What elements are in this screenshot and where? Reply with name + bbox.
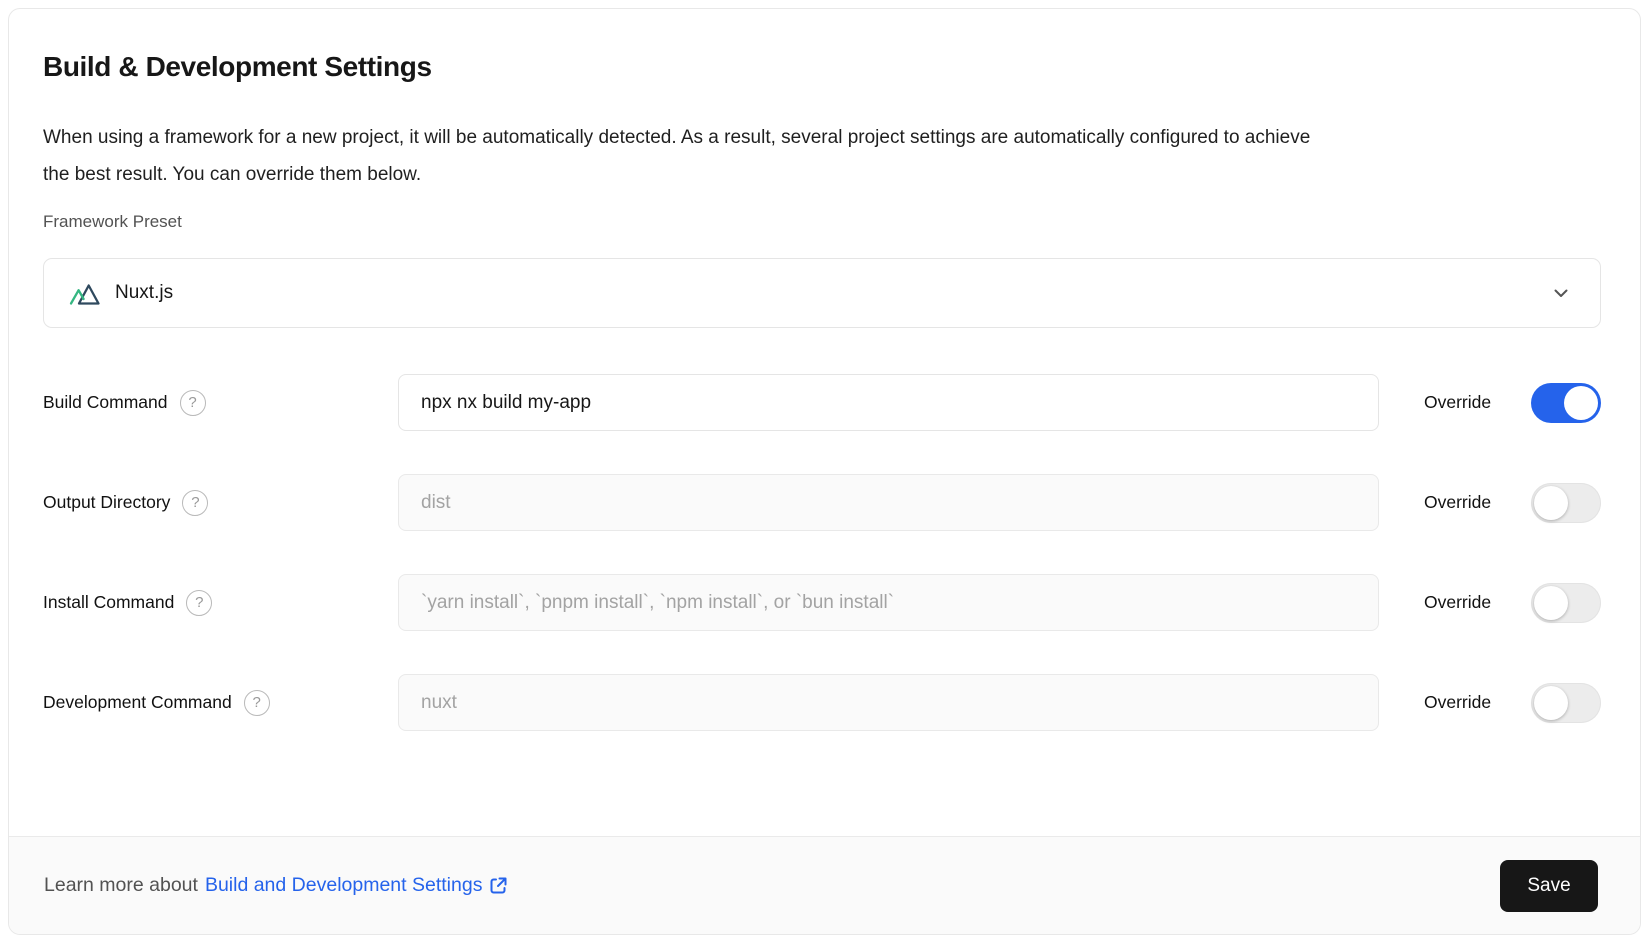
override-label: Override — [1424, 492, 1509, 513]
development-command-override-toggle[interactable] — [1531, 683, 1601, 723]
install-command-row: Install Command ? Override — [43, 574, 1601, 631]
override-control: Override — [1424, 383, 1601, 423]
help-icon[interactable]: ? — [244, 690, 270, 716]
toggle-knob — [1534, 486, 1568, 520]
framework-preset-select[interactable]: Nuxt.js — [43, 258, 1601, 328]
override-label: Override — [1424, 592, 1509, 613]
row-label-wrap: Install Command ? — [43, 590, 398, 616]
docs-link-label: Build and Development Settings — [205, 874, 483, 897]
help-icon[interactable]: ? — [180, 390, 206, 416]
build-command-override-toggle[interactable] — [1531, 383, 1601, 423]
override-control: Override — [1424, 483, 1601, 523]
development-command-input — [398, 674, 1379, 731]
output-directory-override-toggle[interactable] — [1531, 483, 1601, 523]
external-link-icon — [487, 874, 510, 897]
row-label-wrap: Output Directory ? — [43, 490, 398, 516]
settings-rows: Build Command ? Override Output Director… — [43, 374, 1601, 731]
override-label: Override — [1424, 692, 1509, 713]
install-command-input — [398, 574, 1379, 631]
development-command-row: Development Command ? Override — [43, 674, 1601, 731]
output-directory-input — [398, 474, 1379, 531]
build-command-input[interactable] — [398, 374, 1379, 431]
learn-more-text: Learn more about — [44, 874, 198, 897]
framework-selected-value: Nuxt.js — [115, 282, 173, 304]
build-command-label: Build Command — [43, 392, 168, 413]
toggle-knob — [1564, 386, 1598, 420]
settings-description: When using a framework for a new project… — [43, 119, 1313, 193]
build-command-row: Build Command ? Override — [43, 374, 1601, 431]
page-title: Build & Development Settings — [43, 51, 1600, 83]
save-button[interactable]: Save — [1500, 860, 1598, 912]
framework-preset-label: Framework Preset — [43, 211, 1600, 233]
help-icon[interactable]: ? — [182, 490, 208, 516]
card-footer: Learn more about Build and Development S… — [9, 836, 1640, 934]
toggle-knob — [1534, 686, 1568, 720]
build-settings-docs-link[interactable]: Build and Development Settings — [205, 874, 511, 897]
output-directory-label: Output Directory — [43, 492, 170, 513]
nuxt-logo-icon — [68, 278, 102, 308]
card-body: Build & Development Settings When using … — [9, 9, 1640, 836]
footer-text: Learn more about Build and Development S… — [44, 874, 510, 897]
install-command-override-toggle[interactable] — [1531, 583, 1601, 623]
chevron-down-icon — [1550, 282, 1572, 304]
install-command-label: Install Command — [43, 592, 174, 613]
override-control: Override — [1424, 583, 1601, 623]
help-icon[interactable]: ? — [186, 590, 212, 616]
row-label-wrap: Build Command ? — [43, 390, 398, 416]
development-command-label: Development Command — [43, 692, 232, 713]
override-label: Override — [1424, 392, 1509, 413]
row-label-wrap: Development Command ? — [43, 690, 398, 716]
override-control: Override — [1424, 683, 1601, 723]
toggle-knob — [1534, 586, 1568, 620]
build-dev-settings-card: Build & Development Settings When using … — [8, 8, 1641, 935]
output-directory-row: Output Directory ? Override — [43, 474, 1601, 531]
